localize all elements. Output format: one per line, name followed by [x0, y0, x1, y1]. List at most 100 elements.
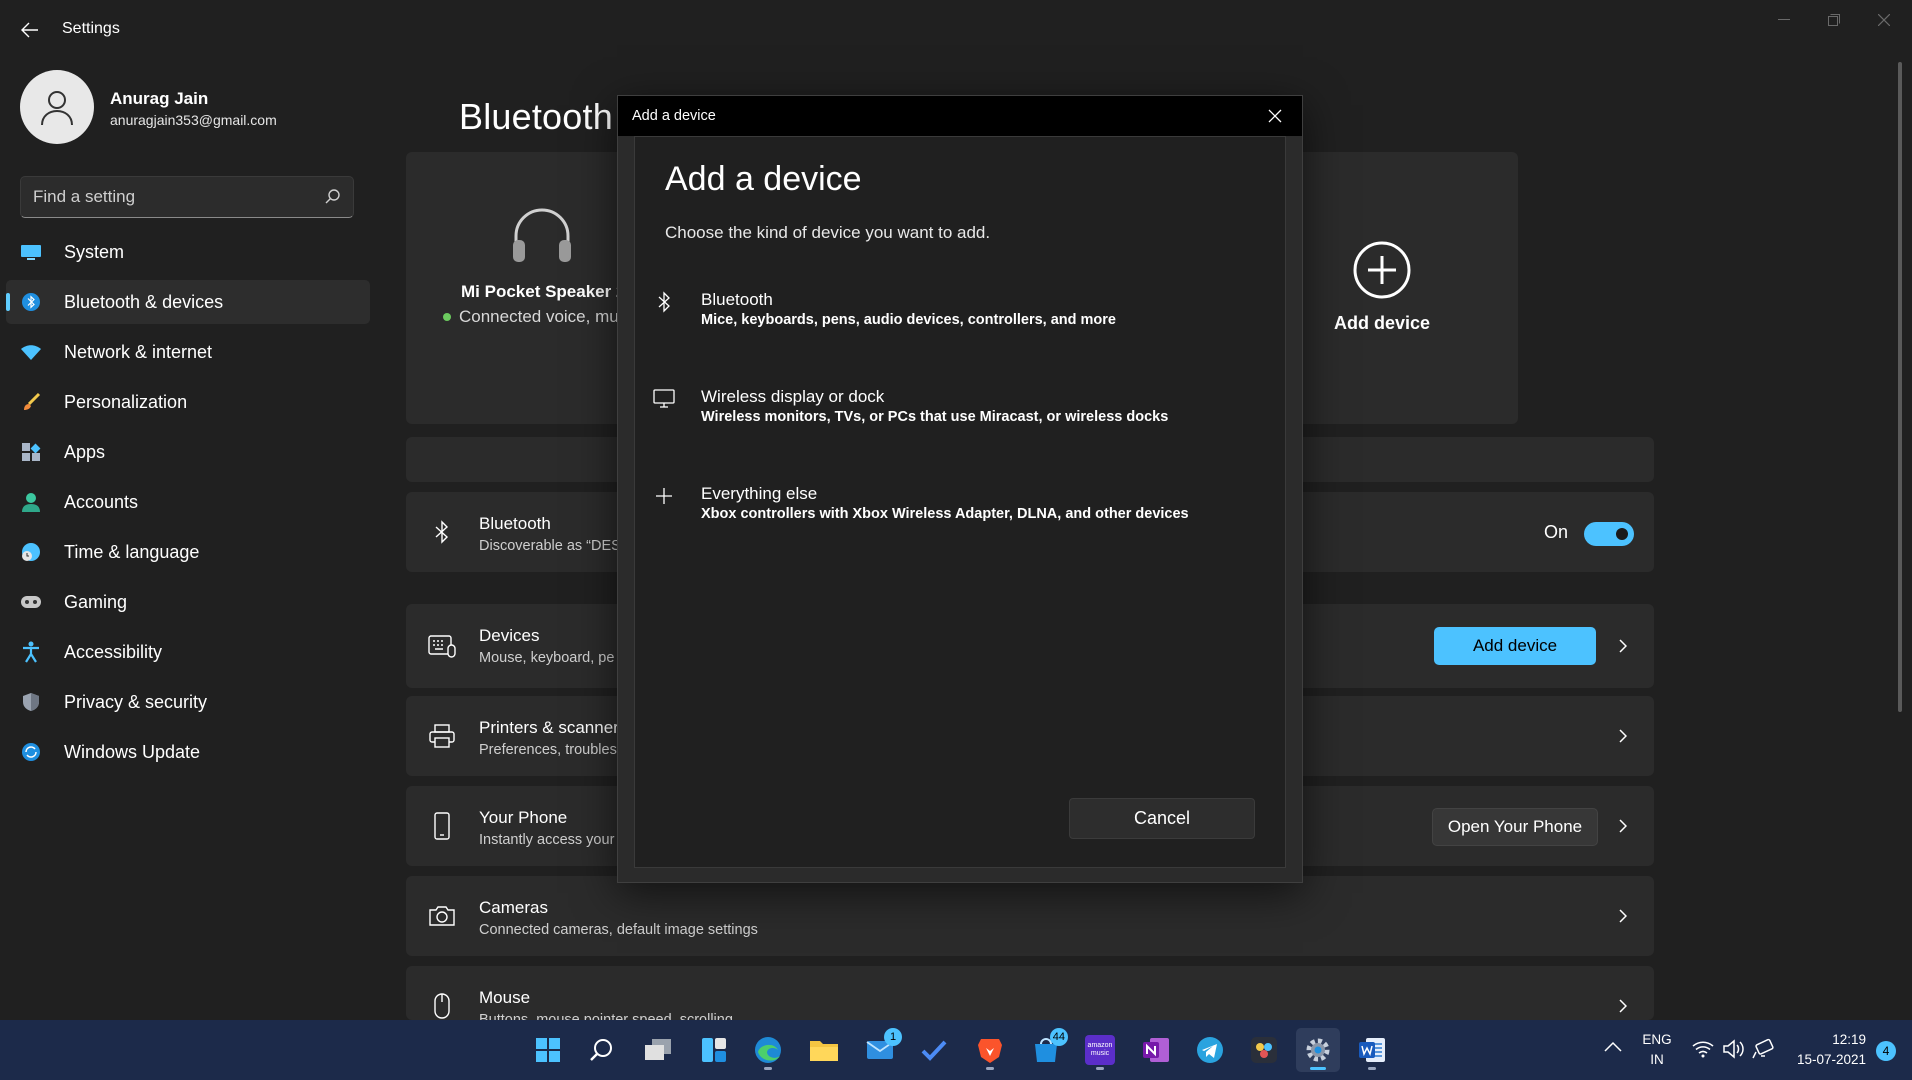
toggle-state-label: On — [1544, 522, 1569, 542]
davinci-resolve-app[interactable] — [1242, 1028, 1286, 1072]
brave-app[interactable] — [968, 1028, 1012, 1072]
gamepad-icon — [20, 591, 42, 613]
sidebar-item-time-language[interactable]: Time & language — [6, 530, 370, 574]
row-subtitle: Instantly access your — [479, 832, 615, 848]
globe-clock-icon — [20, 541, 42, 563]
add-device-tile[interactable] — [1338, 240, 1426, 305]
wifi-icon — [20, 341, 42, 363]
language-label[interactable]: ENG — [1640, 1032, 1674, 1047]
scrollbar[interactable] — [1898, 62, 1902, 712]
device-name: Mi Pocket Speaker 2 — [461, 282, 626, 301]
sidebar-item-privacy-security[interactable]: Privacy & security — [6, 680, 370, 724]
sidebar-item-accessibility[interactable]: Accessibility — [6, 630, 370, 674]
sidebar-item-label: Apps — [64, 441, 106, 462]
store-app[interactable]: 44 — [1024, 1028, 1068, 1072]
sidebar-item-label: Gaming — [64, 591, 128, 612]
wifi-icon[interactable] — [1692, 1040, 1714, 1063]
sidebar-item-system[interactable]: System — [6, 230, 370, 274]
person-icon — [41, 91, 73, 126]
option-everything-else[interactable]: Everything else Xbox controllers with Xb… — [643, 467, 1279, 553]
battery-charging-icon[interactable] — [1752, 1038, 1774, 1065]
row-title: Your Phone — [479, 808, 568, 827]
close-icon[interactable] — [1260, 102, 1290, 130]
row-subtitle: Preferences, troubles — [479, 742, 617, 758]
clock-date[interactable]: 15-07-2021 — [1786, 1052, 1866, 1067]
region-label[interactable]: IN — [1640, 1052, 1674, 1067]
back-arrow-icon[interactable] — [12, 14, 48, 46]
task-view-icon — [645, 1039, 671, 1060]
restore-icon[interactable] — [1806, 4, 1862, 36]
add-device-tile-label[interactable]: Add device — [1320, 313, 1444, 334]
search-icon — [590, 1039, 612, 1061]
apps-icon — [20, 441, 42, 463]
plus-circle-icon — [1353, 241, 1411, 299]
add-device-button[interactable]: Add device — [1434, 627, 1596, 665]
notification-badge[interactable]: 4 — [1876, 1041, 1896, 1061]
dialog-body: Add a device Choose the kind of device y… — [634, 136, 1286, 868]
sidebar-item-label: Time & language — [64, 541, 200, 562]
search-icon[interactable] — [323, 187, 343, 207]
gear-icon — [1306, 1038, 1330, 1062]
todo-app[interactable] — [912, 1028, 956, 1072]
telegram-app[interactable] — [1188, 1028, 1232, 1072]
volume-icon[interactable] — [1722, 1039, 1744, 1064]
option-title: Bluetooth — [701, 290, 773, 309]
word-app[interactable] — [1350, 1028, 1394, 1072]
sidebar-item-network[interactable]: Network & internet — [6, 330, 370, 374]
option-title: Everything else — [701, 484, 818, 503]
start-button[interactable] — [526, 1028, 570, 1072]
sidebar-item-apps[interactable]: Apps — [6, 430, 370, 474]
camera-icon — [426, 900, 458, 932]
file-explorer-app[interactable] — [802, 1028, 846, 1072]
system-icon — [20, 241, 42, 263]
sidebar-item-windows-update[interactable]: Windows Update — [6, 730, 370, 774]
search-input[interactable] — [33, 186, 313, 208]
chevron-up-icon[interactable] — [1604, 1040, 1622, 1058]
task-view-button[interactable] — [636, 1028, 680, 1072]
bluetooth-icon — [653, 291, 675, 313]
brush-icon — [20, 391, 42, 413]
onenote-app[interactable] — [1134, 1028, 1178, 1072]
sidebar-item-label: Windows Update — [64, 741, 201, 762]
search-taskbar-button[interactable] — [580, 1028, 624, 1072]
chevron-right-icon[interactable] — [1616, 996, 1630, 1016]
chevron-right-icon[interactable] — [1616, 726, 1630, 746]
dialog-titlebar: Add a device — [618, 96, 1302, 136]
edge-app[interactable] — [746, 1028, 790, 1072]
account-icon — [20, 491, 42, 513]
running-indicator — [764, 1067, 772, 1070]
sidebar-item-accounts[interactable]: Accounts — [6, 480, 370, 524]
row-subtitle: Mouse, keyboard, pe — [479, 650, 615, 666]
bluetooth-toggle[interactable] — [1584, 522, 1634, 546]
open-your-phone-button[interactable]: Open Your Phone — [1432, 808, 1598, 846]
cancel-button[interactable]: Cancel — [1069, 798, 1255, 839]
chevron-right-icon[interactable] — [1616, 906, 1630, 926]
avatar[interactable] — [20, 70, 94, 144]
chevron-right-icon[interactable] — [1616, 636, 1630, 656]
mail-app[interactable]: 1 — [858, 1028, 902, 1072]
settings-app[interactable] — [1296, 1028, 1340, 1072]
minimize-icon[interactable] — [1756, 4, 1812, 36]
option-wireless-display[interactable]: Wireless display or dock Wireless monito… — [643, 370, 1279, 456]
option-description: Wireless monitors, TVs, or PCs that use … — [701, 409, 1169, 425]
amazon-music-app[interactable]: amazon music — [1078, 1028, 1122, 1072]
option-bluetooth[interactable]: Bluetooth Mice, keyboards, pens, audio d… — [643, 273, 1279, 359]
sidebar-item-gaming[interactable]: Gaming — [6, 580, 370, 624]
toggle-knob — [1616, 528, 1628, 540]
clock-time[interactable]: 12:19 — [1790, 1032, 1866, 1047]
option-description: Mice, keyboards, pens, audio devices, co… — [701, 312, 1116, 328]
mouse-row[interactable]: Mouse Buttons, mouse pointer speed, scro… — [406, 966, 1654, 1020]
running-indicator — [1310, 1067, 1326, 1070]
widgets-icon — [702, 1038, 726, 1062]
widgets-button[interactable] — [692, 1028, 736, 1072]
cameras-row[interactable]: Cameras Connected cameras, default image… — [406, 876, 1654, 956]
sidebar-item-personalization[interactable]: Personalization — [6, 380, 370, 424]
option-description: Xbox controllers with Xbox Wireless Adap… — [701, 506, 1189, 522]
sidebar-item-bluetooth-devices[interactable]: Bluetooth & devices — [6, 280, 370, 324]
search-box[interactable] — [20, 176, 354, 218]
chevron-right-icon[interactable] — [1616, 816, 1630, 836]
device-status: Connected voice, mu — [459, 307, 619, 326]
mouse-icon — [426, 990, 458, 1020]
close-window-icon[interactable] — [1856, 4, 1912, 36]
row-title: Printers & scanners — [479, 718, 628, 737]
